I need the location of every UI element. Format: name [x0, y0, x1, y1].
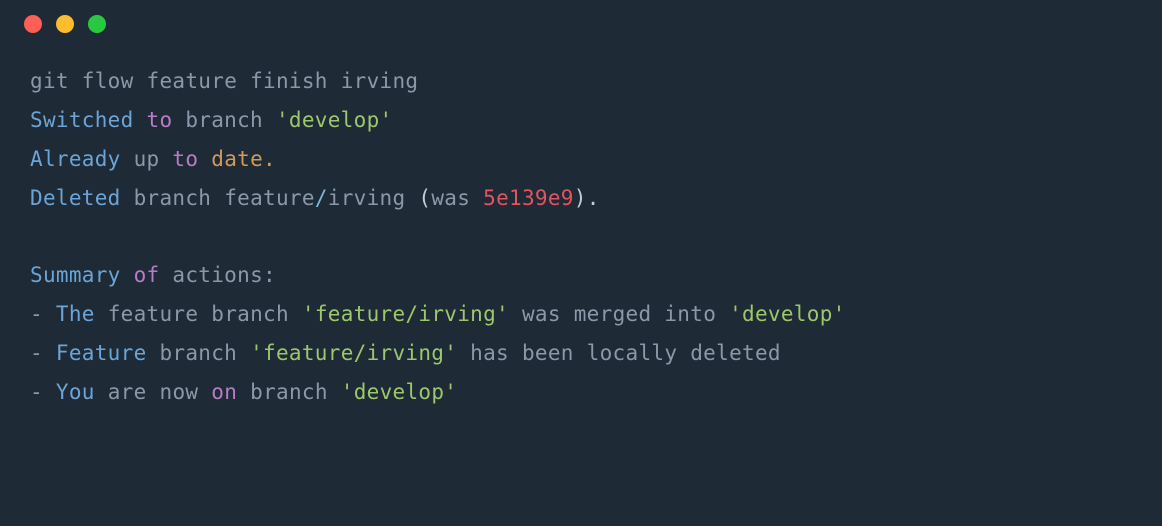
- command-token: irving: [341, 69, 419, 93]
- terminal-line: - You are now on branch 'develop': [30, 373, 1132, 412]
- terminal-line: Summary of actions:: [30, 256, 1132, 295]
- output-token: now: [160, 380, 199, 404]
- output-token: on: [211, 380, 237, 404]
- output-token: You: [56, 380, 95, 404]
- terminal-line: - Feature branch 'feature/irving' has be…: [30, 334, 1132, 373]
- output-token: 'develop': [276, 108, 393, 132]
- minimize-icon[interactable]: [56, 15, 74, 33]
- output-token: deleted: [690, 341, 781, 365]
- output-token: Already: [30, 147, 121, 171]
- output-token: branch: [211, 302, 289, 326]
- command-token: flow: [82, 69, 134, 93]
- output-token: Deleted: [30, 186, 121, 210]
- terminal-line: - The feature branch 'feature/irving' wa…: [30, 295, 1132, 334]
- output-token: ): [574, 186, 587, 210]
- output-token: was: [431, 186, 470, 210]
- output-token: been: [522, 341, 574, 365]
- terminal-line: Already up to date.: [30, 140, 1132, 179]
- output-token: irving: [328, 186, 406, 210]
- output-token: of: [134, 263, 160, 287]
- output-token: merged: [574, 302, 652, 326]
- terminal-window: git flow feature finish irving Switched …: [0, 0, 1162, 526]
- blank-line: [30, 217, 1132, 256]
- output-token: to: [172, 147, 198, 171]
- output-token: branch: [159, 341, 237, 365]
- output-token: 'feature/irving': [302, 302, 509, 326]
- output-token: locally: [587, 341, 678, 365]
- command-token: git: [30, 69, 69, 93]
- output-token: 5e139e9: [483, 186, 574, 210]
- output-token: was: [522, 302, 561, 326]
- output-token: Summary: [30, 263, 121, 287]
- output-token: (: [418, 186, 431, 210]
- terminal-line: Deleted branch feature/irving (was 5e139…: [30, 179, 1132, 218]
- output-token: 'feature/irving': [250, 341, 457, 365]
- output-token: to: [147, 108, 173, 132]
- command-token: finish: [250, 69, 328, 93]
- command-token: feature: [147, 69, 238, 93]
- output-token: Switched: [30, 108, 134, 132]
- output-token: 'develop': [341, 380, 458, 404]
- output-token: has: [470, 341, 509, 365]
- output-token: feature: [224, 186, 315, 210]
- terminal-line: git flow feature finish irving: [30, 62, 1132, 101]
- output-token: into: [664, 302, 716, 326]
- output-token: branch: [134, 186, 212, 210]
- output-token: .: [587, 186, 600, 210]
- output-token: branch: [250, 380, 328, 404]
- close-icon[interactable]: [24, 15, 42, 33]
- terminal-line: Switched to branch 'develop': [30, 101, 1132, 140]
- output-token: 'develop': [729, 302, 846, 326]
- output-token: The: [56, 302, 95, 326]
- output-token: branch: [185, 108, 263, 132]
- maximize-icon[interactable]: [88, 15, 106, 33]
- output-token: up: [134, 147, 160, 171]
- output-token: are: [108, 380, 147, 404]
- output-token: date.: [211, 147, 276, 171]
- output-token: Feature: [56, 341, 147, 365]
- output-token: -: [30, 302, 43, 326]
- terminal-content: git flow feature finish irving Switched …: [0, 48, 1162, 442]
- window-titlebar: [0, 0, 1162, 48]
- output-token: /: [315, 186, 328, 210]
- output-token: actions:: [172, 263, 276, 287]
- output-token: -: [30, 380, 43, 404]
- output-token: -: [30, 341, 43, 365]
- output-token: feature: [108, 302, 199, 326]
